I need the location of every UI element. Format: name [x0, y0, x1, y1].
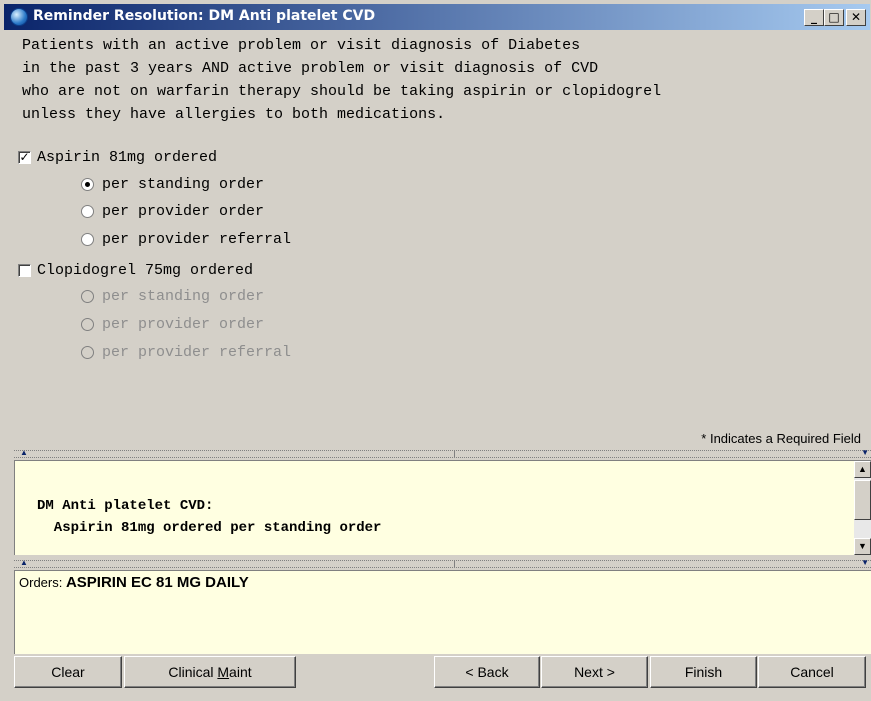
orders-panel: Orders: ASPIRIN EC 81 MG DAILY [14, 570, 871, 654]
finish-button[interactable]: Finish [650, 656, 757, 688]
clopidogrel-standing-order-radio: per standing order [81, 285, 264, 307]
lower-splitter[interactable]: ▲ ▼ [14, 558, 871, 568]
splitter-down-arrow-icon[interactable]: ▼ [861, 448, 869, 457]
checkbox-checked-icon[interactable]: ✓ [18, 150, 31, 164]
aspirin-label: Aspirin 81mg ordered [37, 148, 218, 166]
aspirin-checkbox[interactable]: ✓ Aspirin 81mg ordered [18, 146, 217, 168]
window-title: Reminder Resolution: DM Anti platelet CV… [33, 8, 376, 24]
preview-scrollbar[interactable]: ▲ ▼ [854, 461, 871, 555]
clear-button[interactable]: Clear [14, 656, 122, 688]
aspirin-provider-order-radio[interactable]: per provider order [81, 200, 264, 222]
scroll-down-arrow-icon[interactable]: ▼ [854, 538, 871, 555]
option-label: per provider referral [102, 230, 292, 248]
scroll-up-arrow-icon[interactable]: ▲ [854, 461, 871, 478]
radio-disabled-icon [81, 345, 94, 359]
option-label: per standing order [102, 287, 265, 305]
option-label: per provider order [102, 315, 265, 333]
aspirin-standing-order-radio[interactable]: per standing order [81, 173, 264, 195]
maximize-button[interactable]: □ [824, 9, 844, 26]
next-button[interactable]: Next > [541, 656, 648, 688]
cancel-button[interactable]: Cancel [758, 656, 866, 688]
radio-unselected-icon[interactable] [81, 204, 94, 218]
aspirin-provider-referral-radio[interactable]: per provider referral [81, 228, 291, 250]
orders-prefix: Orders: [19, 575, 66, 590]
orders-text: Orders: ASPIRIN EC 81 MG DAILY [19, 574, 249, 591]
title-bar[interactable]: Reminder Resolution: DM Anti platelet CV… [4, 4, 870, 30]
upper-splitter[interactable]: ▲ ▼ [14, 448, 871, 458]
preview-panel: DM Anti platelet CVD: Aspirin 81mg order… [14, 460, 871, 555]
preview-detail: Aspirin 81mg ordered per standing order [37, 520, 382, 536]
app-globe-icon [10, 8, 28, 26]
radio-disabled-icon [81, 289, 94, 303]
clopidogrel-label: Clopidogrel 75mg ordered [37, 261, 254, 279]
minimize-button[interactable]: _ [804, 9, 824, 26]
close-button[interactable]: ✕ [846, 9, 866, 26]
reminder-description: Patients with an active problem or visit… [22, 37, 662, 123]
splitter-up-arrow-icon[interactable]: ▲ [20, 448, 28, 457]
option-label: per provider referral [102, 343, 292, 361]
splitter-divider [454, 561, 457, 567]
mnemonic-letter: M [217, 664, 230, 680]
radio-unselected-icon[interactable] [81, 232, 94, 246]
required-field-note: * Indicates a Required Field [701, 431, 861, 446]
checkbox-unchecked-icon[interactable] [18, 263, 31, 277]
splitter-down-arrow-icon[interactable]: ▼ [861, 558, 869, 567]
radio-selected-icon[interactable] [81, 177, 94, 191]
preview-heading: DM Anti platelet CVD: [37, 498, 214, 514]
splitter-divider [454, 451, 457, 457]
reminder-dialog: Reminder Resolution: DM Anti platelet CV… [0, 0, 871, 701]
clopidogrel-provider-order-radio: per provider order [81, 313, 264, 335]
scroll-thumb[interactable] [854, 480, 871, 520]
clopidogrel-checkbox[interactable]: Clopidogrel 75mg ordered [18, 259, 253, 281]
back-button[interactable]: < Back [434, 656, 540, 688]
splitter-up-arrow-icon[interactable]: ▲ [20, 558, 28, 567]
radio-disabled-icon [81, 317, 94, 331]
clopidogrel-provider-referral-radio: per provider referral [81, 341, 291, 363]
option-label: per provider order [102, 202, 265, 220]
option-label: per standing order [102, 175, 265, 193]
clinical-maint-button[interactable]: Clinical Maint [124, 656, 296, 688]
orders-value: ASPIRIN EC 81 MG DAILY [65, 574, 249, 591]
